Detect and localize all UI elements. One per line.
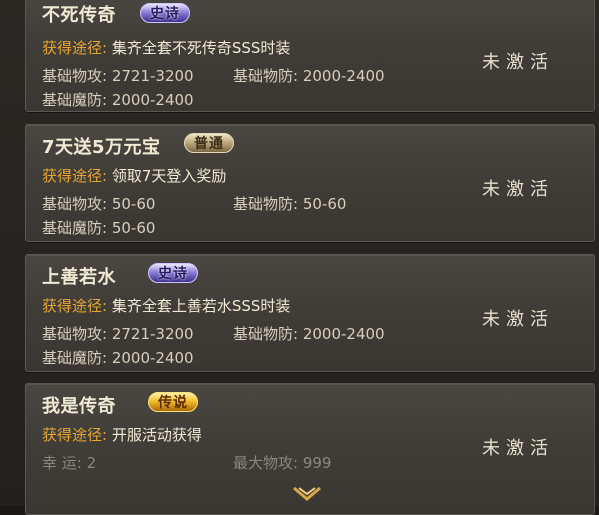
- title-name: 我是传奇: [42, 396, 116, 417]
- stat-physical-defense: 基础物防: 50-60: [233, 195, 347, 213]
- stat-physical-defense: 基础物防: 2000-2400: [233, 67, 385, 85]
- source-label: 获得途径:: [42, 426, 108, 444]
- activation-status: 未激活: [482, 52, 554, 73]
- source-label: 获得途径:: [42, 297, 108, 315]
- source-value: 集齐全套不死传奇SSS时装: [111, 39, 291, 57]
- title-name: 7天送5万元宝: [42, 137, 161, 158]
- title-name: 不死传奇: [42, 5, 116, 26]
- title-card[interactable]: 不死传奇 史诗 获得途径: 集齐全套不死传奇SSS时装 基础物攻: 2721-3…: [25, 0, 595, 112]
- title-card[interactable]: 上善若水 史诗 获得途径: 集齐全套上善若水SSS时装 基础物攻: 2721-3…: [25, 254, 595, 372]
- stat-magic-defense: 基础魔防: 50-60: [42, 219, 156, 237]
- title-card[interactable]: 7天送5万元宝 普通 获得途径: 领取7天登入奖励 基础物攻: 50-60 基础…: [25, 124, 595, 242]
- stat-physical-attack: 基础物攻: 50-60: [42, 195, 156, 213]
- stat-max-attack: 最大物攻: 999: [233, 454, 332, 472]
- title-name: 上善若水: [42, 267, 116, 288]
- rarity-badge-label: 普通: [194, 136, 224, 152]
- stat-luck: 幸 运: 2: [42, 454, 97, 472]
- source-row: 获得途径: 集齐全套不死传奇SSS时装: [42, 37, 290, 58]
- rarity-badge: 传说: [138, 389, 208, 415]
- rarity-badge-label: 史诗: [158, 266, 188, 282]
- rarity-badge-label: 史诗: [150, 6, 180, 22]
- source-label: 获得途径:: [42, 167, 108, 185]
- rarity-badge: 史诗: [130, 0, 200, 26]
- stat-physical-attack: 基础物攻: 2721-3200: [42, 325, 194, 343]
- source-value: 领取7天登入奖励: [111, 167, 227, 185]
- source-row: 获得途径: 开服活动获得: [42, 424, 202, 445]
- source-value: 集齐全套上善若水SSS时装: [111, 297, 291, 315]
- rarity-badge: 史诗: [138, 260, 208, 286]
- source-label: 获得途径:: [42, 39, 108, 57]
- activation-status: 未激活: [482, 179, 554, 200]
- rarity-badge: 普通: [174, 130, 244, 156]
- stat-physical-attack: 基础物攻: 2721-3200: [42, 67, 194, 85]
- source-row: 获得途径: 领取7天登入奖励: [42, 165, 226, 186]
- title-list-panel: 不死传奇 史诗 获得途径: 集齐全套不死传奇SSS时装 基础物攻: 2721-3…: [0, 0, 599, 515]
- chevron-down-icon[interactable]: [292, 486, 322, 504]
- activation-status: 未激活: [482, 438, 554, 459]
- rarity-badge-label: 传说: [158, 395, 188, 411]
- source-row: 获得途径: 集齐全套上善若水SSS时装: [42, 295, 290, 316]
- stat-magic-defense: 基础魔防: 2000-2400: [42, 91, 194, 109]
- activation-status: 未激活: [482, 309, 554, 330]
- source-value: 开服活动获得: [111, 426, 202, 444]
- stat-magic-defense: 基础魔防: 2000-2400: [42, 349, 194, 367]
- stat-physical-defense: 基础物防: 2000-2400: [233, 325, 385, 343]
